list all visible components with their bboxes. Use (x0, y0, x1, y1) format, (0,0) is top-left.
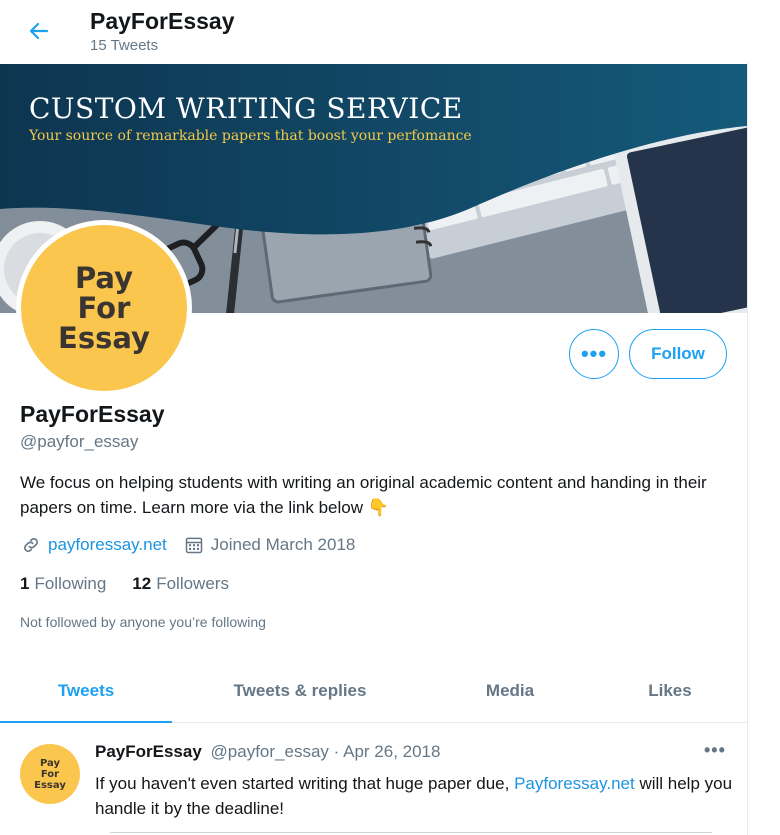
tweet-item[interactable]: Pay For Essay PayForEssay @payfor_essay … (0, 724, 748, 835)
joined-date: Joined March 2018 (210, 535, 356, 554)
tweet-date[interactable]: Apr 26, 2018 (343, 742, 440, 761)
follow-stats: 1 Following 12 Followers (20, 574, 255, 594)
profile-column: PayForEssay 15 Tweets CUSTOM WRITING SER… (0, 0, 748, 835)
more-options-button[interactable]: ••• (569, 329, 619, 379)
tab-tweets[interactable]: Tweets (0, 661, 172, 723)
followers-label: Followers (156, 574, 229, 593)
avatar-logo: Pay For Essay (21, 225, 187, 391)
profile-display-name: PayForEssay (20, 401, 165, 427)
tab-tweets-and-replies[interactable]: Tweets & replies (172, 661, 428, 721)
banner-title: CUSTOM WRITING SERVICE (29, 92, 463, 125)
tweet-text: If you haven't even started writing that… (95, 771, 735, 821)
more-dots-icon: ••• (580, 341, 608, 366)
tweet-link[interactable]: Payforessay.net (514, 774, 635, 793)
page-title: PayForEssay (90, 8, 235, 34)
tweet-author-handle[interactable]: @payfor_essay (211, 742, 329, 761)
followers-count: 12 (132, 574, 152, 593)
top-bar: PayForEssay 15 Tweets (0, 0, 748, 62)
following-label: Following (34, 574, 107, 593)
banner-subtitle: Your source of remarkable papers that bo… (29, 128, 472, 144)
profile-avatar[interactable]: Pay For Essay (16, 220, 192, 396)
tab-likes[interactable]: Likes (592, 661, 748, 721)
profile-website-link[interactable]: payforessay.net (48, 535, 167, 555)
bio-text: We focus on helping students with writin… (20, 473, 707, 517)
arrow-left-icon (29, 22, 49, 40)
followers-stat[interactable]: 12 Followers (132, 574, 229, 594)
tweet-separator: · (333, 742, 340, 761)
tweet-author-name[interactable]: PayForEssay (95, 742, 202, 761)
following-stat[interactable]: 1 Following (20, 574, 106, 594)
tweet-count: 15 Tweets (90, 37, 159, 54)
following-count: 1 (20, 574, 30, 593)
tweet-text-before: If you haven't even started writing that… (95, 774, 515, 793)
avatar-logo-text: Pay For Essay (58, 261, 150, 355)
link-icon (20, 534, 42, 556)
not-followed-notice: Not followed by anyone you’re following (20, 614, 266, 630)
profile-handle: @payfor_essay (20, 432, 139, 451)
profile-meta: payforessay.net Joined March 2018 (20, 534, 355, 556)
back-button[interactable] (24, 16, 54, 46)
pointing-down-emoji: 👇 (367, 498, 389, 517)
tweet-avatar[interactable]: Pay For Essay (20, 744, 80, 804)
follow-button[interactable]: Follow (629, 329, 727, 379)
profile-bio: We focus on helping students with writin… (20, 470, 735, 520)
tweet-header: PayForEssay @payfor_essay · Apr 26, 2018 (95, 742, 440, 762)
tab-media[interactable]: Media (428, 661, 592, 721)
profile-tabs: Tweets Tweets & replies Media Likes (0, 661, 748, 723)
calendar-icon (183, 534, 205, 556)
tweet-avatar-text: Pay For Essay (34, 757, 66, 791)
tweet-more-icon[interactable]: ••• (704, 740, 726, 761)
